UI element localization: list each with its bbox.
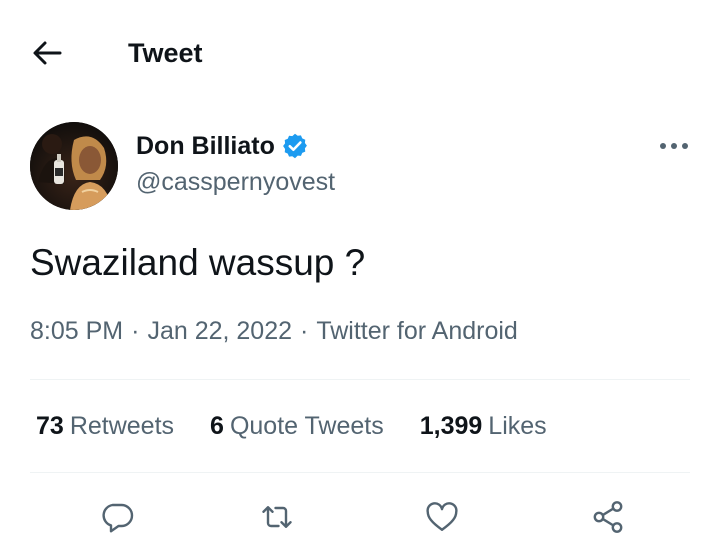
display-name[interactable]: Don Billiato bbox=[136, 130, 275, 162]
meta-separator: · bbox=[131, 317, 140, 345]
share-button[interactable] bbox=[585, 494, 631, 540]
verified-badge-icon bbox=[281, 132, 309, 160]
tweet-text: Swaziland wassup ? bbox=[30, 242, 366, 283]
top-bar: Tweet bbox=[0, 0, 720, 104]
share-icon bbox=[593, 501, 623, 533]
likes-label: Likes bbox=[488, 411, 547, 440]
heart-icon bbox=[426, 502, 458, 531]
profile-avatar-image bbox=[30, 122, 118, 210]
retweets-label: Retweets bbox=[69, 411, 175, 440]
tweet-actions bbox=[0, 494, 720, 540]
arrow-left-icon bbox=[33, 41, 62, 65]
retweet-button[interactable] bbox=[254, 494, 300, 540]
retweet-icon bbox=[262, 506, 292, 528]
more-options-button[interactable] bbox=[654, 132, 694, 160]
reply-icon bbox=[102, 503, 134, 533]
tweet-meta: 8:05 PM · Jan 22, 2022 · Twitter for Android bbox=[30, 314, 518, 348]
retweets-count: 73 bbox=[36, 411, 64, 440]
reply-button[interactable] bbox=[94, 494, 140, 540]
retweets-stat[interactable]: 73 Retweets bbox=[36, 412, 174, 441]
quote-tweets-count: 6 bbox=[210, 411, 224, 440]
tweet-time: 8:05 PM bbox=[30, 317, 124, 345]
likes-stat[interactable]: 1,399 Likes bbox=[420, 412, 547, 441]
engagement-stats: 73 Retweets 6 Quote Tweets 1,399 Likes bbox=[36, 408, 583, 444]
more-horizontal-icon bbox=[660, 143, 688, 149]
like-button[interactable] bbox=[419, 494, 465, 540]
page-title: Tweet bbox=[128, 38, 203, 68]
back-button[interactable] bbox=[30, 36, 64, 70]
avatar[interactable] bbox=[30, 122, 118, 210]
likes-count: 1,399 bbox=[419, 411, 483, 440]
display-name-row: Don Billiato bbox=[136, 130, 309, 162]
tweet-date: Jan 22, 2022 bbox=[147, 317, 293, 345]
tweet-source-link[interactable]: Twitter for Android bbox=[316, 317, 517, 345]
divider bbox=[30, 472, 690, 473]
quote-tweets-stat[interactable]: 6 Quote Tweets bbox=[210, 412, 384, 441]
user-handle[interactable]: @casspernyovest bbox=[136, 166, 335, 198]
meta-separator: · bbox=[300, 317, 309, 345]
quote-tweets-label: Quote Tweets bbox=[229, 411, 384, 440]
divider bbox=[30, 379, 690, 380]
